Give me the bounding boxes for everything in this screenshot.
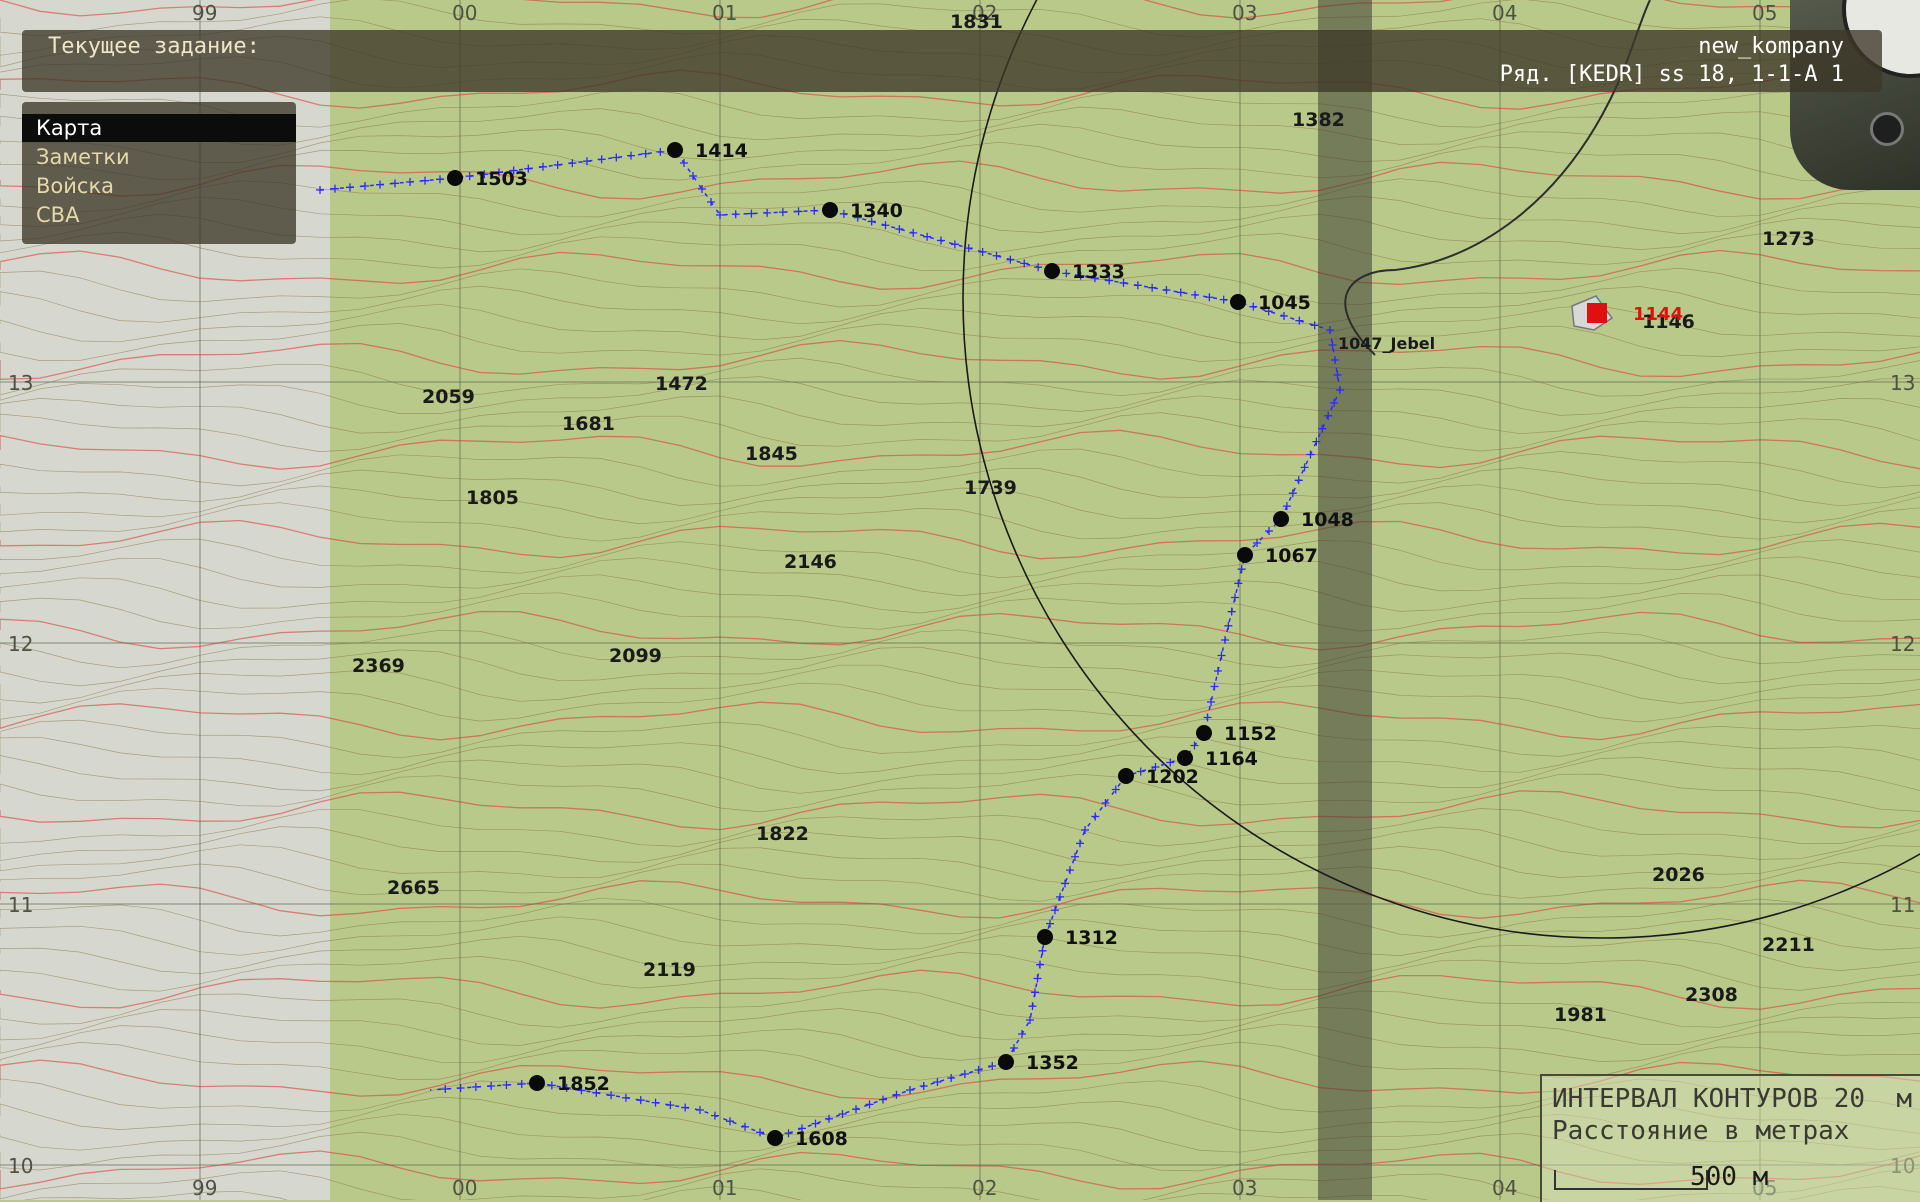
grid-label-y: 11 [1890,893,1915,917]
distance-label: Расстояние в метрах [1552,1116,1850,1146]
grid-label-x: 02 [972,1176,997,1200]
waypoint-label: 1152 [1224,723,1277,745]
waypoint-label: 1352 [1026,1052,1079,1074]
waypoint-label: 1340 [850,200,903,222]
waypoint-dot[interactable] [998,1054,1014,1070]
grid-label-x: 04 [1492,1176,1517,1200]
elevation-label: 1382 [1292,109,1345,131]
place-label: 1047_Jebel [1338,334,1435,353]
waypoint-label: 1503 [475,168,528,190]
waypoint-dot[interactable] [1177,750,1193,766]
waypoint-dot[interactable] [1196,725,1212,741]
waypoint-label: 1414 [695,140,748,162]
waypoint-label: 1164 [1205,748,1258,770]
current-task-label: Текущее задание: [48,34,260,59]
grid-label-y: 13 [8,371,33,395]
waypoint-label: 1333 [1072,261,1125,283]
top-info-bar: Текущее задание: new_kompany Ряд. [KEDR]… [22,30,1882,92]
waypoint-dot[interactable] [1237,547,1253,563]
elevation-label: 2146 [784,551,837,573]
elevation-label: 1822 [756,823,809,845]
grid-label-y: 12 [8,632,33,656]
grid-label-x: 04 [1492,1,1517,25]
elevation-label: 2665 [387,877,440,899]
menu-item-cva[interactable]: СВА [22,201,296,229]
grid-label-x: 03 [1232,1,1257,25]
objective-marker[interactable] [1587,303,1607,323]
menu-item-notes[interactable]: Заметки [22,143,296,171]
grid-label-x: 05 [1752,1,1777,25]
player-name: new_kompany [1698,34,1844,59]
waypoint-label: 1067 [1265,545,1318,567]
elevation-label: 2119 [643,959,696,981]
grid-label-x: 01 [712,1176,737,1200]
compass-widget[interactable] [1790,0,1920,190]
map-legend: ИНТЕРВАЛ КОНТУРОВ 20 м Расстояние в метр… [1540,1074,1920,1202]
objective-marker-label: 1144 [1633,304,1683,325]
waypoint-dot[interactable] [822,202,838,218]
grid-label-x: 00 [452,1,477,25]
elevation-label: 2308 [1685,984,1738,1006]
elevation-label: 2369 [352,655,405,677]
waypoint-dot[interactable] [767,1130,783,1146]
elevation-label: 1981 [1554,1004,1607,1026]
grid-label-y: 13 [1890,371,1915,395]
waypoint-dot[interactable] [1273,511,1289,527]
grid-label-x: 00 [452,1176,477,1200]
elevation-label: 2099 [609,645,662,667]
elevation-label: 1273 [1762,228,1815,250]
waypoint-label: 1048 [1301,509,1354,531]
waypoint-dot[interactable] [1037,929,1053,945]
elevation-label: 1681 [562,413,615,435]
contour-interval-label: ИНТЕРВАЛ КОНТУРОВ 20 м [1552,1084,1913,1114]
map-dark-strip [1318,0,1372,1200]
waypoint-dot[interactable] [1230,294,1246,310]
waypoint-label: 1312 [1065,927,1118,949]
elevation-label: 2059 [422,386,475,408]
grid-label-y: 10 [8,1154,33,1178]
waypoint-dot[interactable] [447,170,463,186]
compass-knob [1870,112,1904,146]
elevation-label: 1739 [964,477,1017,499]
waypoint-label: 1852 [557,1073,610,1095]
elevation-label: 2211 [1762,934,1815,956]
grid-label-x: 99 [192,1176,217,1200]
grid-label-y: 11 [8,893,33,917]
waypoint-dot[interactable] [1044,263,1060,279]
elevation-label: 1472 [655,373,708,395]
map-menu: Карта Заметки Войска СВА [22,102,296,244]
player-rank: Ряд. [KEDR] ss 18, 1-1-A 1 [1499,62,1844,87]
menu-item-map[interactable]: Карта [22,114,296,142]
waypoint-label: 1202 [1146,766,1199,788]
menu-item-units[interactable]: Войска [22,172,296,200]
scale-bar [1554,1170,1708,1190]
waypoint-dot[interactable] [529,1075,545,1091]
waypoint-label: 1608 [795,1128,848,1150]
scale-label: 500 м [1690,1162,1769,1192]
grid-label-x: 99 [192,1,217,25]
elevation-label: 2026 [1652,864,1705,886]
waypoint-label: 1045 [1258,292,1311,314]
waypoint-dot[interactable] [1118,768,1134,784]
grid-label-x: 03 [1232,1176,1257,1200]
elevation-label: 1805 [466,487,519,509]
grid-label-x: 01 [712,1,737,25]
grid-label-y: 12 [1890,632,1915,656]
waypoint-dot[interactable] [667,142,683,158]
elevation-label: 1845 [745,443,798,465]
